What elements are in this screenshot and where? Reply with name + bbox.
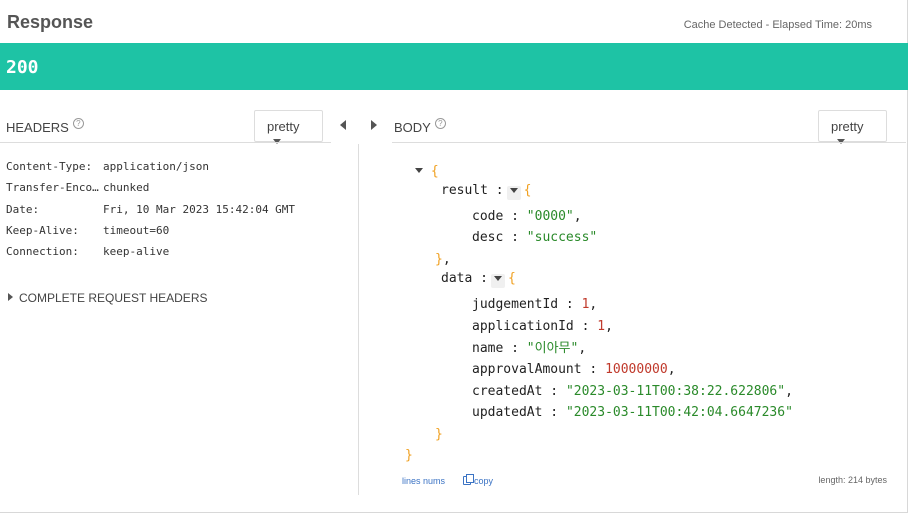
headers-list: Content-Type: application/json Transfer-E… <box>6 156 295 262</box>
json-key: name <box>472 341 504 356</box>
json-line: desc : "success" <box>472 230 598 245</box>
header-value: keep-alive <box>103 245 170 259</box>
json-key: updatedAt <box>472 405 543 420</box>
json-key: createdAt <box>472 384 543 399</box>
header-key: Keep-Alive: <box>6 223 79 237</box>
header-row: Date: Fri, 10 Mar 2023 15:42:04 GMT <box>6 199 295 220</box>
json-number-value: 10000000 <box>605 362 668 377</box>
help-icon[interactable]: ? <box>434 118 446 129</box>
json-key: approvalAmount <box>472 362 582 377</box>
json-brace: } <box>405 448 413 463</box>
status-bar: 200 <box>0 43 908 90</box>
headers-format-dropdown[interactable]: pretty <box>254 110 323 144</box>
headers-title-label: HEADERS <box>6 120 69 135</box>
json-line: createdAt : "2023-03-11T00:38:22.622806"… <box>472 384 793 399</box>
header-value: chunked <box>103 181 150 195</box>
json-line: result :{ <box>441 183 532 200</box>
header-key: Content-Type: <box>6 160 93 173</box>
json-line: approvalAmount : 10000000, <box>472 362 676 377</box>
body-title-label: BODY <box>394 120 431 135</box>
headers-format-label: pretty <box>267 119 300 134</box>
body-format-dropdown[interactable]: pretty <box>818 110 887 144</box>
header-row: Content-Type: application/json <box>6 156 295 177</box>
header-key: Date: <box>6 202 40 216</box>
collapse-toggle-icon[interactable] <box>490 274 505 288</box>
body-format-label: pretty <box>831 119 864 134</box>
header-value: Fri, 10 Mar 2023 15:42:04 GMT <box>103 202 296 216</box>
headers-divider <box>0 142 331 143</box>
collapse-left-icon[interactable] <box>340 120 346 130</box>
header-key: Connection: <box>6 245 79 259</box>
json-brace: { <box>507 271 516 286</box>
headers-title: HEADERS? <box>6 118 84 135</box>
panel-splitter[interactable] <box>358 144 359 495</box>
complete-request-label: COMPLETE REQUEST HEADERS <box>19 291 208 305</box>
response-header: Response Cache Detected - Elapsed Time: … <box>0 0 908 43</box>
json-brace: } <box>435 427 443 442</box>
collapse-toggle-icon[interactable] <box>415 168 423 173</box>
body-title: BODY? <box>394 118 446 135</box>
copy-icon <box>463 474 474 485</box>
header-value: application/json <box>103 160 209 173</box>
json-line: name : "이아무", <box>472 341 587 356</box>
copy-label: copy <box>474 476 494 486</box>
header-row: Transfer-Encoding:chunked <box>6 177 295 198</box>
json-string-value: "success" <box>526 230 598 245</box>
json-key: code <box>472 209 504 224</box>
json-key: result <box>441 183 488 198</box>
complete-request-headers-toggle[interactable]: COMPLETE REQUEST HEADERS <box>8 291 207 305</box>
json-line: } <box>435 426 443 444</box>
json-line: } <box>405 447 413 465</box>
line-numbers-link[interactable]: lines nums <box>402 476 445 486</box>
json-string-value: "이아무" <box>526 341 579 356</box>
cache-elapsed-info: Cache Detected - Elapsed Time: 20ms <box>683 19 872 31</box>
json-string-value: "2023-03-11T00:42:04.6647236" <box>565 405 793 420</box>
json-line: judgementId : 1, <box>472 297 598 312</box>
help-icon[interactable]: ? <box>72 118 84 129</box>
collapse-right-icon[interactable] <box>371 120 377 130</box>
caret-right-icon <box>8 293 13 301</box>
json-key: desc <box>472 230 504 245</box>
json-string-value: "2023-03-11T00:38:22.622806" <box>565 384 786 399</box>
json-key: applicationId <box>472 319 574 334</box>
header-value: timeout=60 <box>103 223 170 237</box>
json-string-value: "0000" <box>526 209 574 224</box>
json-line: { <box>415 163 439 181</box>
json-line: updatedAt : "2023-03-11T00:42:04.6647236… <box>472 405 793 420</box>
response-title: Response <box>7 12 94 32</box>
json-line: data :{ <box>441 271 516 288</box>
json-line: code : "0000", <box>472 209 582 224</box>
copy-button[interactable]: copy <box>463 474 494 486</box>
json-key: judgementId <box>472 297 559 312</box>
json-line: }, <box>435 252 451 267</box>
header-row: Keep-Alive: timeout=60 <box>6 220 295 241</box>
status-code: 200 <box>6 57 39 78</box>
json-line: applicationId : 1, <box>472 319 613 334</box>
collapse-toggle-icon[interactable] <box>506 186 521 200</box>
body-divider <box>392 142 906 143</box>
header-key: Transfer-Encoding: <box>6 181 103 195</box>
json-brace: { <box>430 164 439 179</box>
body-length: length: 214 bytes <box>818 475 887 485</box>
header-row: Connection: keep-alive <box>6 241 295 262</box>
json-key: data <box>441 271 473 286</box>
json-brace: { <box>523 183 532 198</box>
json-number-value: 1 <box>597 319 606 334</box>
json-brace: } <box>435 252 443 267</box>
